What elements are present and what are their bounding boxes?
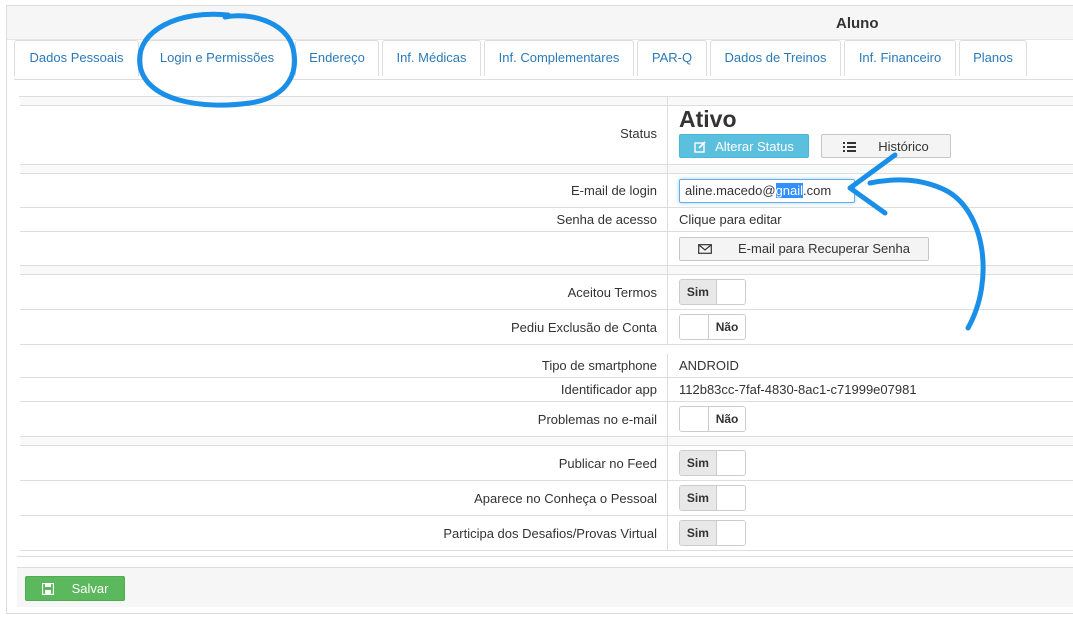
list-icon — [843, 141, 857, 152]
form-divider — [17, 556, 1073, 557]
row-spacer — [20, 437, 1073, 446]
floppy-disk-icon — [41, 582, 54, 595]
tab-endereco[interactable]: Endereço — [295, 40, 379, 76]
panel-header: Aluno — [7, 6, 1073, 40]
app-id-row: Identificador app 112b83cc-7faf-4830-8ac… — [20, 378, 1073, 402]
email-text-selected: gnail — [775, 183, 803, 198]
terms-toggle-label: Sim — [680, 280, 716, 304]
email-input[interactable]: aline.macedo@ gnail .com — [679, 178, 855, 203]
row-spacer — [20, 165, 1073, 174]
challenges-toggle[interactable]: Sim — [679, 520, 746, 546]
tab-planos[interactable]: Planos — [959, 40, 1027, 76]
email-label: E-mail de login — [20, 174, 668, 207]
status-label: Status — [20, 103, 668, 164]
save-label: Salvar — [71, 581, 109, 596]
status-row: Status Ativo Alterar Status Histórico — [20, 103, 1073, 165]
people-label: Aparece no Conheça o Pessoal — [20, 481, 668, 515]
footer-bar: Salvar — [17, 567, 1073, 607]
row-spacer — [20, 266, 1073, 275]
terms-toggle[interactable]: Sim — [679, 279, 746, 305]
password-row: Senha de acesso Clique para editar — [20, 208, 1073, 232]
feed-toggle-label: Sim — [680, 451, 716, 475]
tab-inf-complementares[interactable]: Inf. Complementares — [484, 40, 634, 76]
challenges-label: Participa dos Desafios/Provas Virtual — [20, 516, 668, 550]
smartphone-label: Tipo de smartphone — [20, 354, 668, 377]
tab-bar: Dados Pessoais Login e Permissões Endere… — [14, 40, 1073, 80]
deletion-toggle-label: Não — [709, 315, 745, 339]
feed-row: Publicar no Feed Sim — [20, 446, 1073, 481]
tab-dados-treinos[interactable]: Dados de Treinos — [710, 40, 841, 76]
email-row: E-mail de login aline.macedo@ gnail .com — [20, 174, 1073, 208]
panel-title: Aluno — [836, 15, 879, 32]
email-text-suffix: .com — [803, 183, 832, 198]
alterar-status-label: Alterar Status — [715, 138, 794, 154]
feed-label: Publicar no Feed — [20, 446, 668, 480]
tab-login-permissoes[interactable]: Login e Permissões — [142, 40, 292, 80]
email-text-prefix: aline.macedo@ — [685, 183, 776, 198]
people-row: Aparece no Conheça o Pessoal Sim — [20, 481, 1073, 516]
recover-password-label: E-mail para Recuperar Senha — [738, 241, 910, 256]
email-problems-toggle[interactable]: Não — [679, 406, 746, 432]
feed-toggle[interactable]: Sim — [679, 450, 746, 476]
login-form: Status Ativo Alterar Status Histórico E-… — [19, 96, 1073, 551]
challenges-row: Participa dos Desafios/Provas Virtual Si… — [20, 516, 1073, 551]
tab-inf-medicas[interactable]: Inf. Médicas — [382, 40, 481, 76]
edit-icon — [694, 140, 706, 153]
email-problems-row: Problemas no e-mail Não — [20, 402, 1073, 437]
app-id-value: 112b83cc-7faf-4830-8ac1-c71999e07981 — [679, 382, 917, 397]
recover-row: E-mail para Recuperar Senha — [20, 232, 1073, 266]
people-toggle[interactable]: Sim — [679, 485, 746, 511]
deletion-row: Pediu Exclusão de Conta Não — [20, 310, 1073, 345]
recover-password-button[interactable]: E-mail para Recuperar Senha — [679, 236, 929, 261]
challenges-toggle-label: Sim — [680, 521, 716, 545]
envelope-icon — [698, 243, 712, 254]
alterar-status-button[interactable]: Alterar Status — [679, 134, 809, 158]
email-problems-label: Problemas no e-mail — [20, 402, 668, 436]
status-value: Ativo — [679, 106, 737, 132]
tab-par-q[interactable]: PAR-Q — [637, 40, 707, 76]
historico-button[interactable]: Histórico — [821, 134, 951, 158]
email-problems-toggle-label: Não — [709, 407, 745, 431]
smartphone-row: Tipo de smartphone ANDROID — [20, 354, 1073, 378]
password-label: Senha de acesso — [20, 208, 668, 231]
row-spacer — [20, 97, 1073, 106]
deletion-toggle[interactable]: Não — [679, 314, 746, 340]
smartphone-value: ANDROID — [679, 358, 739, 373]
historico-label: Histórico — [878, 138, 929, 154]
app-id-label: Identificador app — [20, 378, 668, 401]
password-edit-link[interactable]: Clique para editar — [679, 212, 782, 227]
people-toggle-label: Sim — [680, 486, 716, 510]
deletion-label: Pediu Exclusão de Conta — [20, 310, 668, 344]
terms-row: Aceitou Termos Sim — [20, 275, 1073, 310]
tab-dados-pessoais[interactable]: Dados Pessoais — [14, 40, 139, 76]
save-button[interactable]: Salvar — [25, 576, 125, 601]
terms-label: Aceitou Termos — [20, 275, 668, 309]
tab-inf-financeiro[interactable]: Inf. Financeiro — [844, 40, 956, 76]
